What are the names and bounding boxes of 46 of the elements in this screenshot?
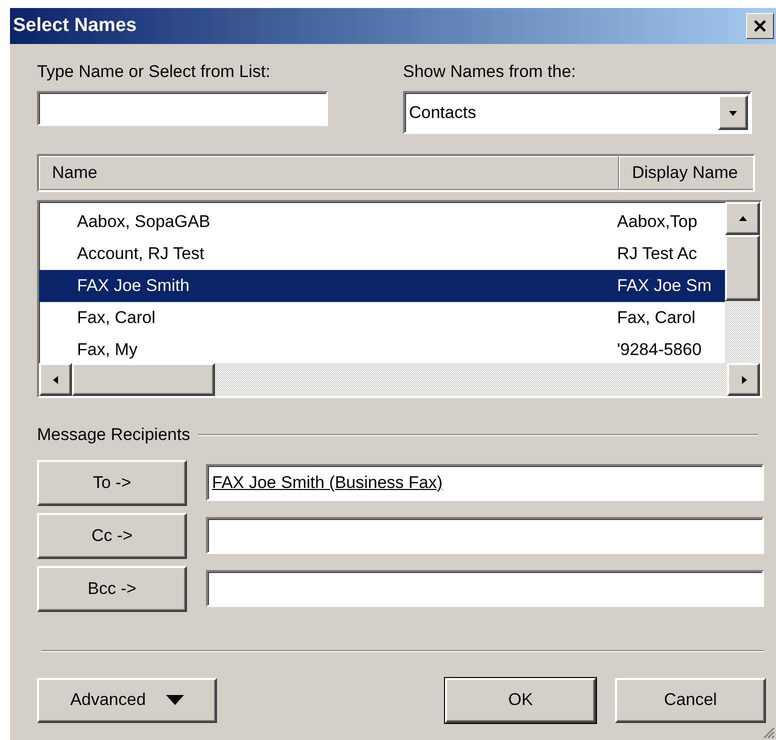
display-name-cell-text: RJ Test Ac <box>617 243 698 266</box>
name-cell-text: Fax, Carol <box>76 307 156 330</box>
recipient-field[interactable] <box>206 570 764 607</box>
field-label: Show Names from the: <box>403 61 577 83</box>
left-arrow-icon <box>50 374 60 384</box>
cancel-button[interactable]: Cancel <box>615 678 766 722</box>
group-label: Message Recipients <box>37 424 190 446</box>
name-cell-text: Account, RJ Test <box>76 243 206 266</box>
display-name-cell-text: Aabox,Top <box>617 211 698 234</box>
list-row[interactable]: Account, RJ Test RJ Test Ac <box>39 238 726 270</box>
list-row[interactable]: Fax, My '9284-5860 <box>39 334 726 366</box>
scroll-left-button[interactable] <box>39 363 72 396</box>
ok-button[interactable]: OK <box>445 678 596 722</box>
recipient-button[interactable]: To -> <box>37 460 187 506</box>
address-book-dropdown[interactable]: Contacts <box>403 91 752 134</box>
resize-grip-icon[interactable] <box>761 725 775 739</box>
search-field[interactable] <box>37 91 328 126</box>
display-name-cell-text: '9284-5860 <box>617 339 703 362</box>
dropdown-value: Contacts <box>409 102 476 124</box>
list-row[interactable]: FAX Joe Smith FAX Joe Sm <box>39 270 726 302</box>
scroll-thumb[interactable] <box>725 235 760 301</box>
recipient-field[interactable] <box>206 517 764 554</box>
up-arrow-icon <box>738 214 748 224</box>
list-row[interactable]: Aabox, SopaGAB Aabox,Top <box>39 206 726 238</box>
column-header[interactable]: Name <box>39 156 619 190</box>
column-header[interactable]: Display Name <box>619 156 753 190</box>
name-cell-text: FAX Joe Smith <box>76 275 190 298</box>
recipient-button[interactable]: Bcc -> <box>37 566 187 612</box>
scroll-up-button[interactable] <box>725 202 760 235</box>
close-button[interactable] <box>746 13 774 39</box>
horizontal-scrollbar[interactable] <box>39 363 760 396</box>
field-label: Type Name or Select from List: <box>37 61 272 83</box>
caret-icon <box>166 695 184 705</box>
recipient-button[interactable]: Cc -> <box>37 512 187 558</box>
name-cell-text: Fax, My <box>76 339 138 362</box>
scroll-thumb[interactable] <box>72 363 215 396</box>
display-name-cell-text: FAX Joe Sm <box>617 275 712 298</box>
recipient-field[interactable]: FAX Joe Smith (Business Fax) <box>206 464 764 501</box>
advanced-button[interactable]: Advanced <box>37 678 217 722</box>
close-icon <box>753 19 767 33</box>
dropdown-button[interactable] <box>718 95 748 130</box>
display-name-cell-text: Fax, Carol <box>617 307 696 330</box>
list-row[interactable]: Fax, Carol Fax, Carol <box>39 302 726 334</box>
name-cell-text: Aabox, SopaGAB <box>76 211 212 234</box>
scroll-right-button[interactable] <box>727 363 760 396</box>
window-title: Select Names <box>13 14 137 38</box>
